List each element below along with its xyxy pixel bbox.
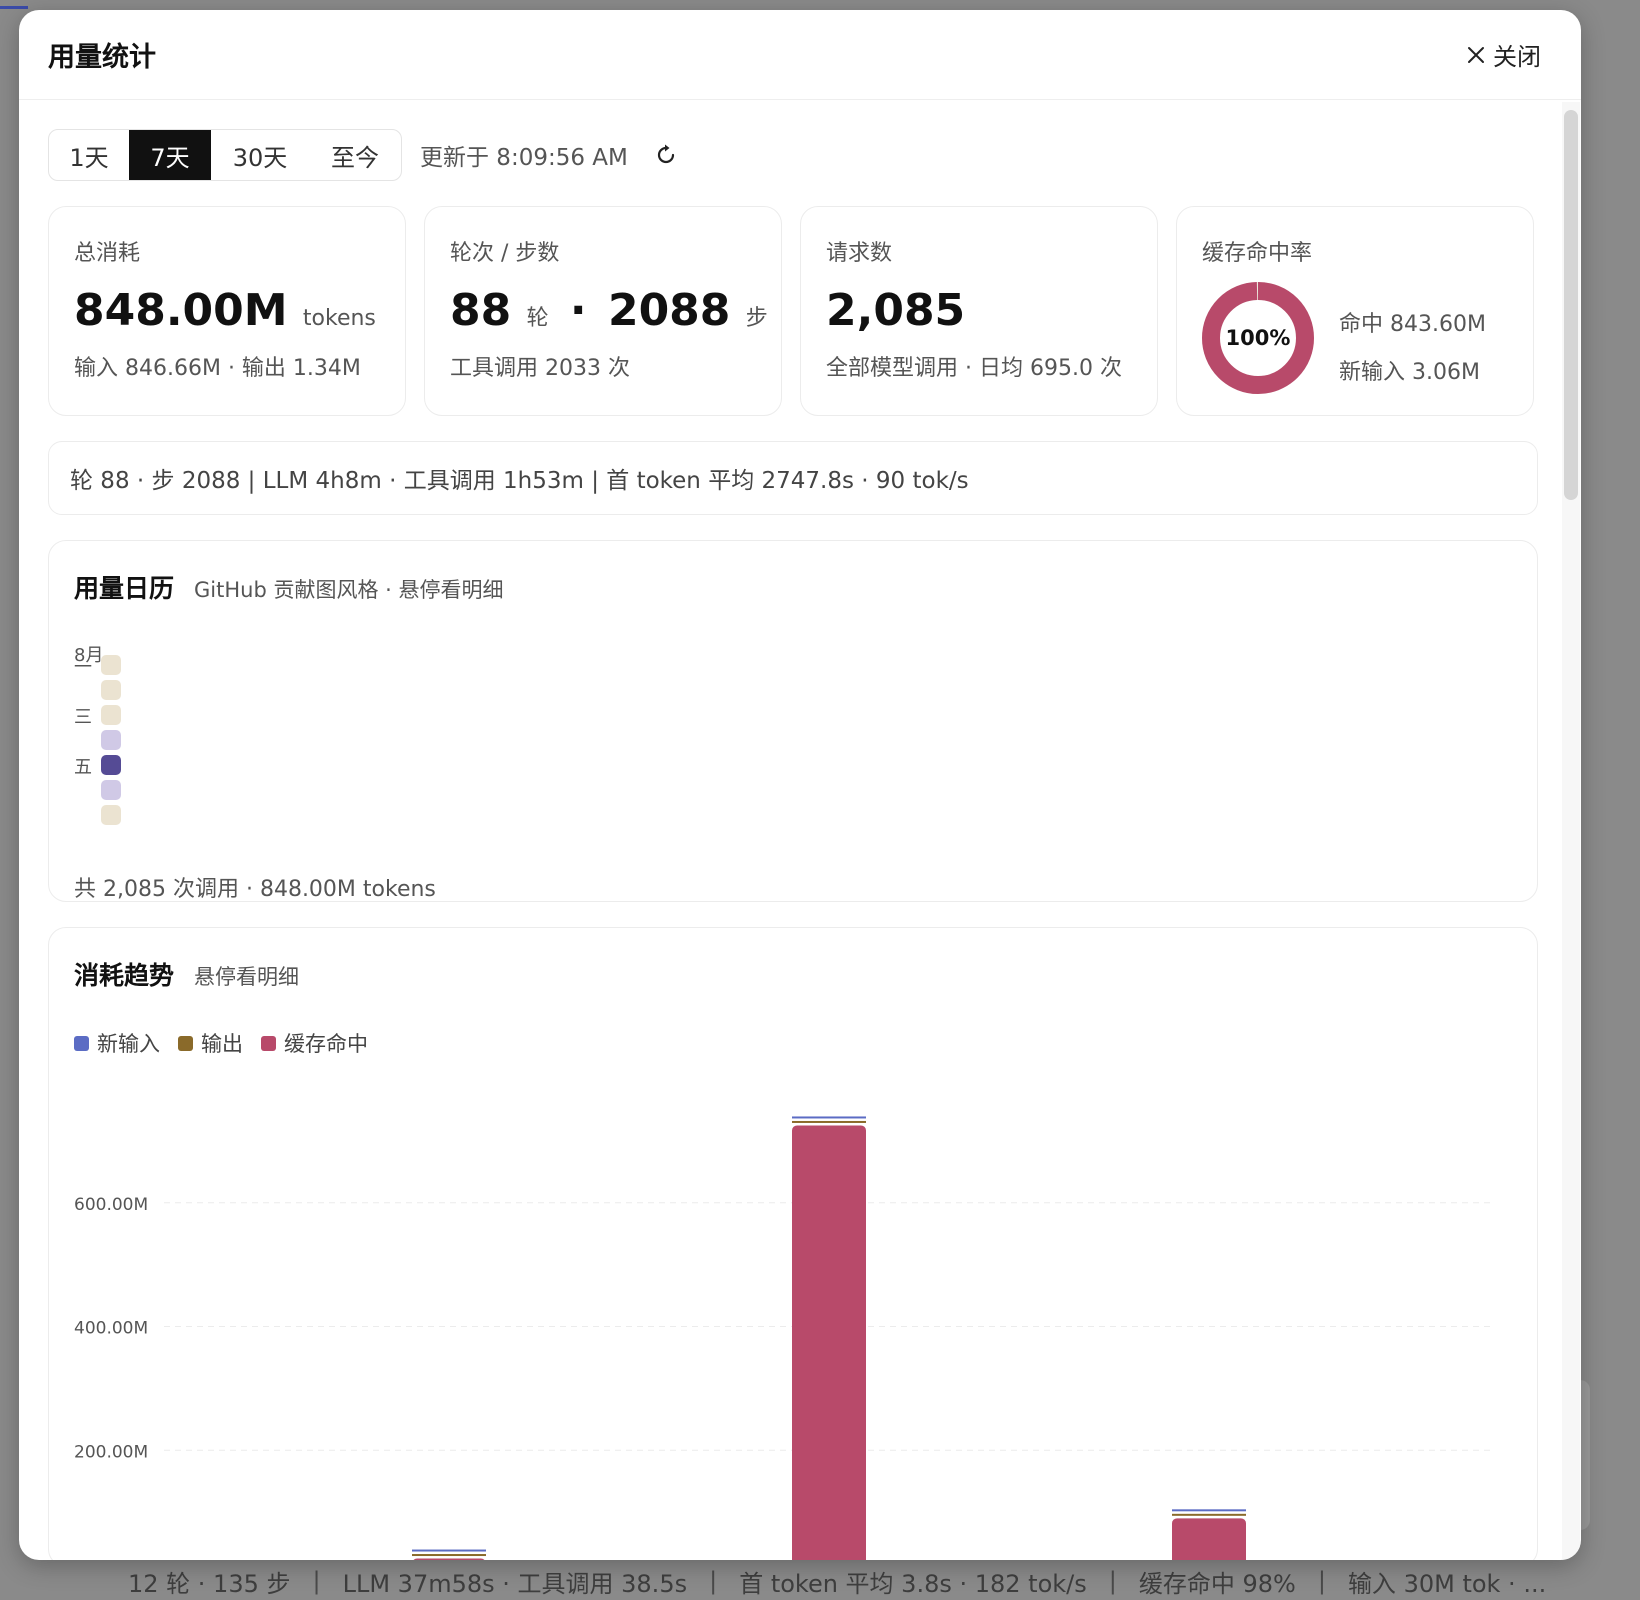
calendar-cell[interactable] [101, 705, 121, 725]
steps-value: 2088 [607, 285, 731, 336]
calendar-cell[interactable] [101, 730, 121, 750]
chart-bar-segment [413, 1558, 485, 1560]
updated-time: 更新于 8:09:56 AM [420, 145, 628, 171]
legend-swatch [74, 1035, 89, 1051]
calendar-grid: 8月 一 三 五 [74, 641, 1512, 851]
chart-bar-segment [792, 1125, 866, 1560]
trend-title: 消耗趋势 [74, 961, 175, 990]
chart-ytick-label: 200.00M [74, 1442, 148, 1462]
chart-bar-segment [792, 1116, 866, 1119]
trend-subtitle: 悬停看明细 [194, 965, 300, 989]
cache-card: 缓存命中率 100% 命中 843.60M 新输入 3.06M [1176, 206, 1534, 416]
cache-new-input: 新输入 3.06M [1339, 360, 1480, 385]
backdrop-status-separator: | [1108, 1567, 1117, 1595]
total-label: 总消耗 [74, 241, 141, 266]
backdrop-status-item: LLM 37m58s · 工具调用 38.5s [342, 1569, 688, 1598]
total-unit: tokens [302, 306, 376, 331]
calendar-day-mon: 一 [74, 657, 92, 678]
steps-unit: 步 [745, 306, 768, 331]
backdrop-status-item: 首 token 平均 3.8s · 182 tok/s [739, 1569, 1087, 1598]
backdrop-status-item: 12 轮 · 135 步 [128, 1569, 291, 1598]
cache-donut: 100% [1201, 281, 1315, 395]
close-button[interactable]: 关闭 [1465, 37, 1541, 72]
legend-label: 缓存命中 [284, 1032, 368, 1056]
range-option-1d[interactable]: 1天 [49, 130, 129, 180]
calendar-cell[interactable] [101, 780, 121, 800]
scrollbar-thumb[interactable] [1564, 110, 1578, 500]
chart-bar-segment [412, 1549, 486, 1552]
turns-unit: 轮 [526, 306, 549, 331]
modal-header: 用量统计 关闭 [19, 10, 1581, 100]
stat-cards: 总消耗 848.00M tokens 输入 846.66M · 输出 1.34M… [48, 206, 1538, 416]
legend-swatch [261, 1035, 276, 1051]
turns-dot: · [569, 285, 587, 336]
backdrop-status-separator: | [1317, 1567, 1326, 1595]
calendar-day-fri: 五 [74, 757, 92, 778]
calendar-total: 共 2,085 次调用 · 848.00M tokens [74, 877, 436, 902]
summary-bar: 轮 88 · 步 2088 | LLM 4h8m · 工具调用 1h53m | … [48, 441, 1538, 515]
backdrop-status-separator: | [312, 1567, 321, 1595]
cache-hit: 命中 843.60M [1339, 312, 1486, 337]
refresh-icon[interactable] [654, 143, 678, 167]
legend-swatch [178, 1035, 193, 1051]
trend-legend: 新输入 输出 缓存命中 [74, 1028, 1512, 1058]
legend-label: 新输入 [97, 1032, 160, 1056]
turns-value: 88 [450, 285, 512, 336]
turns-card: 轮次 / 步数 88 轮 · 2088 步 工具调用 2033 次 [424, 206, 782, 416]
chart-ytick-label: 400.00M [74, 1319, 148, 1339]
turns-value-row: 88 轮 · 2088 步 [450, 285, 768, 336]
range-option-all[interactable]: 至今 [309, 130, 401, 180]
calendar-cell[interactable] [101, 755, 121, 775]
modal-content: 1天 7天 30天 至今 更新于 8:09:56 AM 总消耗 848.00M … [48, 129, 1538, 1560]
backdrop-status-separator: | [709, 1567, 718, 1595]
chart-bar-segment [412, 1554, 486, 1557]
chart-ytick-label: 600.00M [74, 1195, 148, 1215]
cache-details: 命中 843.60M 新输入 3.06M [1339, 301, 1486, 397]
chart-bar-segment [792, 1120, 866, 1123]
range-row: 1天 7天 30天 至今 更新于 8:09:56 AM [48, 129, 1538, 181]
turns-label: 轮次 / 步数 [450, 241, 560, 266]
calendar-day-wed: 三 [74, 707, 92, 728]
calendar-subtitle: GitHub 贡献图风格 · 悬停看明细 [194, 578, 504, 602]
legend-cache-hit[interactable]: 缓存命中 [261, 1028, 368, 1058]
backdrop-status-item: 缓存命中 98% [1138, 1569, 1296, 1598]
scrollbar[interactable] [1562, 102, 1580, 1560]
calendar-cell[interactable] [101, 805, 121, 825]
requests-value: 2,085 [826, 285, 966, 336]
cache-rate: 100% [1225, 326, 1291, 350]
chart-bar-segment [1172, 1509, 1246, 1512]
close-label: 关闭 [1493, 43, 1541, 71]
chart-bar-segment [1172, 1513, 1246, 1516]
usage-modal: 用量统计 关闭 1天 7天 30天 至今 更新于 8:09:56 AM 总消耗 … [19, 10, 1581, 1560]
total-card: 总消耗 848.00M tokens 输入 846.66M · 输出 1.34M [48, 206, 406, 416]
calendar-cell[interactable] [101, 680, 121, 700]
modal-title: 用量统计 [48, 42, 156, 73]
requests-sub: 全部模型调用 · 日均 695.0 次 [826, 356, 1122, 381]
range-option-30d[interactable]: 30天 [211, 130, 309, 180]
calendar-title: 用量日历 [74, 574, 175, 603]
turns-sub: 工具调用 2033 次 [450, 356, 630, 381]
trend-header: 消耗趋势 悬停看明细 [74, 956, 1512, 992]
requests-label: 请求数 [826, 241, 893, 266]
calendar-panel: 用量日历 GitHub 贡献图风格 · 悬停看明细 8月 一 三 五 共 2,0… [48, 540, 1538, 902]
legend-new-input[interactable]: 新输入 [74, 1028, 160, 1058]
calendar-header: 用量日历 GitHub 贡献图风格 · 悬停看明细 [74, 569, 1512, 605]
range-selector: 1天 7天 30天 至今 [48, 129, 402, 181]
calendar-cell[interactable] [101, 655, 121, 675]
range-option-7d[interactable]: 7天 [129, 130, 211, 180]
total-value-row: 848.00M tokens [74, 285, 380, 336]
trend-panel: 消耗趋势 悬停看明细 新输入 输出 缓存命中 0200.00M400.00M60… [48, 927, 1538, 1560]
legend-label: 输出 [201, 1032, 243, 1056]
backdrop-status-bar: 12 轮 · 135 步 | LLM 37m58s · 工具调用 38.5s |… [0, 1562, 1640, 1600]
total-sub: 输入 846.66M · 输出 1.34M [74, 356, 361, 381]
total-value: 848.00M [74, 285, 288, 336]
legend-output[interactable]: 输出 [178, 1028, 243, 1058]
requests-card: 请求数 2,085 全部模型调用 · 日均 695.0 次 [800, 206, 1158, 416]
cache-label: 缓存命中率 [1202, 241, 1313, 266]
backdrop-status-item: 输入 30M tok · ... [1347, 1569, 1547, 1598]
trend-chart: 0200.00M400.00M600.00M [74, 1116, 1494, 1560]
close-icon [1468, 46, 1484, 63]
chart-bar-segment [1172, 1518, 1246, 1560]
backdrop-accent [0, 6, 28, 9]
